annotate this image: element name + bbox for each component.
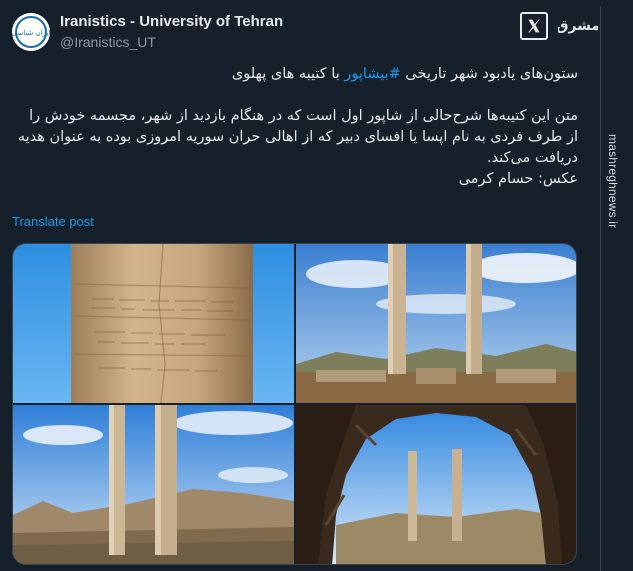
tweet-text: ستون‌های یادبود شهر تاریخی #بیشاپور با ک…: [14, 64, 578, 190]
photo-column-inscription[interactable]: [13, 244, 294, 403]
tweet-line-1: ستون‌های یادبود شهر تاریخی #بیشاپور با ک…: [14, 64, 578, 85]
author-avatar[interactable]: ایران شناسی: [12, 13, 50, 51]
tweet-paragraph-2: متن این کتیبه‌ها شرح‌حالی از شاپور اول ا…: [17, 108, 578, 166]
photo-credit: عکس: حسام کرمی: [458, 171, 578, 187]
tweet-line-1-start: ستون‌های یادبود شهر تاریخی: [400, 66, 578, 82]
photo-grid: [12, 243, 577, 565]
tweet-card: ایران شناسی Iranistics - University of T…: [0, 0, 633, 571]
x-logo-icon: [520, 12, 548, 40]
watermark-text: mashreghnews.ir: [606, 134, 620, 229]
photo-two-columns-mountains[interactable]: [13, 405, 294, 564]
hashtag-link[interactable]: #بیشاپور: [344, 66, 400, 82]
author-handle[interactable]: @Iranistics_UT: [60, 34, 156, 50]
mashregh-logo: مشرق: [556, 8, 600, 42]
author-name[interactable]: Iranistics - University of Tehran: [60, 13, 283, 30]
watermark-strip: mashreghnews.ir: [600, 6, 631, 571]
translate-post-link[interactable]: Translate post: [12, 214, 94, 229]
photo-columns-through-cave[interactable]: [296, 405, 576, 564]
brand-logo-text: مشرق: [558, 18, 598, 34]
avatar-logo-text: ایران شناسی: [12, 29, 50, 37]
tweet-line-1-end: با کتیبه های پهلوی: [231, 66, 345, 82]
photo-two-columns-ruins[interactable]: [296, 244, 576, 403]
